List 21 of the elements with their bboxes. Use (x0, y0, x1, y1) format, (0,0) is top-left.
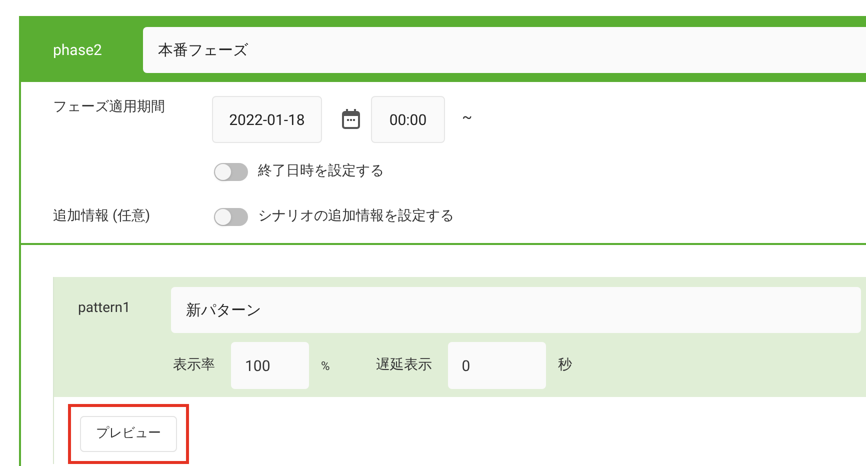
preview-button[interactable]: プレビュー (80, 416, 177, 452)
calendar-icon[interactable] (342, 109, 360, 129)
phase-id: phase2 (52, 40, 103, 61)
seconds-unit: 秒 (558, 356, 572, 375)
time-field[interactable]: 00:00 (371, 96, 445, 143)
toggle-label: 終了日時を設定する (258, 162, 384, 181)
toggle-label: シナリオの追加情報を設定する (258, 207, 454, 226)
pattern-name-field[interactable]: 新パターン (171, 287, 861, 333)
phase-name-field[interactable]: 本番フェーズ (143, 27, 866, 73)
date-field[interactable]: 2022-01-18 (212, 96, 322, 143)
percent-unit: % (321, 358, 330, 374)
toggle-switch[interactable] (214, 162, 248, 180)
additional-info-label: 追加情報 (任意) (53, 208, 150, 224)
delay-label: 遅延表示 (376, 356, 432, 375)
rate-label: 表示率 (173, 356, 215, 375)
period-label: フェーズ適用期間 (53, 98, 166, 117)
range-separator: ~ (462, 107, 472, 128)
toggle-switch[interactable] (214, 208, 248, 226)
rate-field[interactable]: 100 (231, 342, 309, 389)
pattern-id: pattern1 (77, 298, 132, 318)
delay-field[interactable]: 0 (448, 342, 546, 389)
